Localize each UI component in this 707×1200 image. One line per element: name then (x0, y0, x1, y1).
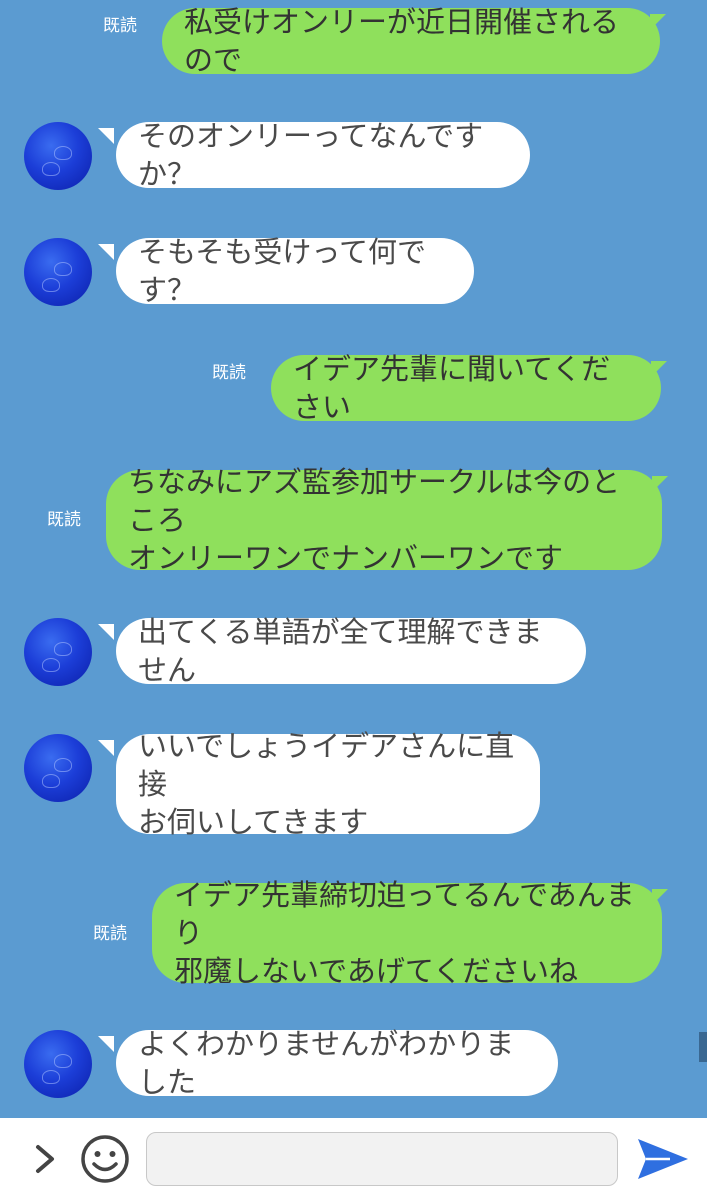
read-receipt: 既読 (47, 510, 81, 530)
message-text: ちなみにアズ監参加サークルは今のところ オンリーワンでナンバーワンです (128, 465, 621, 575)
message-bubble-sent[interactable]: イデア先輩締切迫ってるんであんまり 邪魔しないであげてくださいね (152, 878, 662, 988)
scrollbar-thumb[interactable] (699, 1032, 707, 1062)
message-bubble-received[interactable]: いいでしょうイデアさんに直接 お伺いしてきます (116, 729, 540, 839)
message-text: いいでしょうイデアさんに直接 お伺いしてきます (138, 729, 515, 839)
contact-avatar[interactable] (24, 238, 92, 306)
chevron-right-icon[interactable] (30, 1143, 60, 1175)
bubble-tail (98, 1036, 114, 1052)
message-bubble-received[interactable]: そのオンリーってなんですか？ (116, 119, 530, 191)
message-bubble-sent[interactable]: 私受けオンリーが近日開催されるので (162, 5, 660, 77)
read-receipt: 既読 (103, 16, 137, 36)
message-bubble-received[interactable]: よくわかりませんがわかりました (116, 1027, 558, 1099)
bubble-tail (650, 14, 666, 30)
contact-avatar[interactable] (24, 618, 92, 686)
chat-area[interactable]: 既読 私受けオンリーが近日開催されるので そのオンリーってなんですか？ そもそも… (0, 0, 707, 1118)
message-bubble-received[interactable]: そもそも受けって何です？ (116, 235, 474, 307)
contact-avatar[interactable] (24, 1030, 92, 1098)
bubble-tail (98, 740, 114, 756)
bubble-tail (652, 476, 668, 492)
bubble-tail (652, 889, 668, 905)
message-text: そもそも受けって何です？ (138, 235, 426, 307)
message-text: イデア先輩に聞いてください (293, 352, 611, 424)
message-text: 私受けオンリーが近日開催されるので (184, 5, 620, 77)
bubble-tail (98, 244, 114, 260)
message-bubble-sent[interactable]: ちなみにアズ監参加サークルは今のところ オンリーワンでナンバーワンです (106, 465, 662, 575)
bubble-tail (98, 624, 114, 640)
contact-avatar[interactable] (24, 122, 92, 190)
contact-avatar[interactable] (24, 734, 92, 802)
message-bubble-sent[interactable]: イデア先輩に聞いてください (271, 352, 661, 424)
send-icon[interactable] (636, 1135, 690, 1183)
bubble-tail (651, 361, 667, 377)
message-text: よくわかりませんがわかりました (138, 1027, 515, 1099)
read-receipt: 既読 (93, 924, 127, 944)
bubble-tail (98, 128, 114, 144)
message-input[interactable] (146, 1132, 618, 1186)
read-receipt: 既読 (212, 363, 246, 383)
smiley-icon[interactable] (80, 1134, 130, 1184)
message-bubble-received[interactable]: 出てくる単語が全て理解できません (116, 615, 586, 687)
message-text: そのオンリーってなんですか？ (138, 119, 484, 191)
message-text: イデア先輩締切迫ってるんであんまり 邪魔しないであげてくださいね (174, 878, 635, 988)
message-input-bar (0, 1118, 707, 1200)
message-text: 出てくる単語が全て理解できません (138, 615, 543, 687)
